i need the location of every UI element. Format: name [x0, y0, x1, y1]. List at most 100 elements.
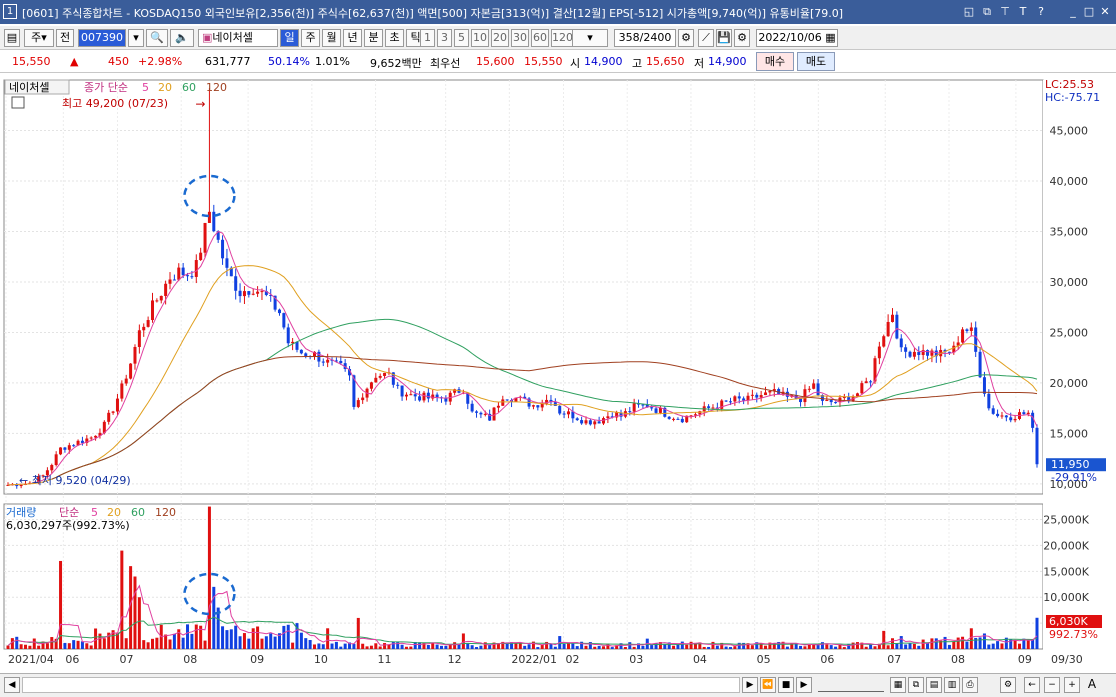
prev-button[interactable]: 전: [56, 29, 74, 47]
period-3[interactable]: 년: [343, 29, 362, 47]
period-1[interactable]: 주: [301, 29, 320, 47]
candle-body: [742, 398, 746, 401]
text-icon[interactable]: T: [1016, 4, 1030, 19]
candle-body: [658, 407, 662, 413]
price-tick-label: 45,000: [1050, 124, 1089, 137]
settings-icon[interactable]: ⚙: [1000, 677, 1016, 693]
count-field[interactable]: 358/2400: [614, 29, 676, 47]
candle-body: [855, 393, 859, 397]
volume-bar: [566, 642, 570, 649]
volume-bar: [426, 644, 430, 649]
candle-body: [418, 396, 422, 401]
rewind-icon[interactable]: ⏪: [760, 677, 776, 693]
volume-bar: [299, 632, 303, 649]
scroll-left-icon[interactable]: ◀: [4, 677, 20, 693]
volume-bar: [352, 643, 356, 649]
interval-60[interactable]: 60: [531, 29, 549, 47]
volume-bar: [164, 634, 168, 649]
chart-settings-icon[interactable]: ⚙: [678, 29, 694, 47]
time-tick-label: 07: [887, 653, 901, 666]
volume-bar: [369, 645, 373, 649]
candle-body: [807, 388, 811, 390]
interval-1[interactable]: 1: [420, 29, 435, 47]
candle-body: [207, 211, 211, 223]
save-icon[interactable]: 💾: [716, 29, 732, 47]
left-icon[interactable]: ←: [1024, 677, 1040, 693]
volume-bar: [63, 642, 67, 649]
period-0[interactable]: 일: [280, 29, 299, 47]
dropdown-icon[interactable]: ▾: [128, 29, 144, 47]
time-tick-label: 06: [820, 653, 834, 666]
bottom-scrollbar[interactable]: ◀ ▶ ⏪ ■ ▶ ▦ ⧉ ▤ ▥ ⎙ ⚙ ← − + A: [0, 673, 1116, 697]
interval-5[interactable]: 5: [454, 29, 469, 47]
search-icon[interactable]: 🔍: [146, 29, 168, 47]
period-5[interactable]: 초: [385, 29, 404, 47]
volume-bar: [947, 644, 951, 649]
plus-icon[interactable]: +: [1064, 677, 1080, 693]
maximize-icon[interactable]: □: [1082, 4, 1096, 19]
time-tick-label: 11: [378, 653, 392, 666]
table-icon[interactable]: ▥: [944, 677, 960, 693]
menu-icon[interactable]: ▤: [4, 29, 20, 47]
pin-icon[interactable]: ⊤: [998, 4, 1012, 19]
volume-bar: [829, 645, 833, 649]
candle-body: [606, 416, 610, 419]
stop-icon[interactable]: ■: [778, 677, 794, 693]
play-icon[interactable]: ▶: [796, 677, 812, 693]
gear-icon[interactable]: ⚙: [734, 29, 750, 47]
interval-30[interactable]: 30: [511, 29, 529, 47]
interval-10[interactable]: 10: [471, 29, 489, 47]
candle-body: [479, 412, 483, 415]
sound-icon[interactable]: 🔈: [170, 29, 194, 47]
price-tick-label: 25,000: [1050, 326, 1089, 339]
volume-bar: [641, 645, 645, 649]
interval-120[interactable]: 120: [551, 29, 573, 47]
price-panel-frame: [3, 79, 1044, 495]
period-4[interactable]: 분: [364, 29, 383, 47]
copy-icon[interactable]: ⧉: [980, 4, 994, 19]
interval-3[interactable]: 3: [437, 29, 452, 47]
volume-bar: [628, 642, 632, 649]
layout-icon[interactable]: ▤: [926, 677, 942, 693]
volume-bar: [225, 630, 229, 649]
volume-bar: [282, 625, 286, 649]
date-field[interactable]: 2022/10/06 ▦: [756, 29, 838, 47]
line-tool-icon[interactable]: ⟋: [698, 29, 714, 47]
candle-body: [321, 361, 325, 363]
restore-icon[interactable]: ◱: [962, 4, 976, 19]
grid-icon[interactable]: ▦: [890, 677, 906, 693]
volume-legend-label: 거래량: [6, 506, 36, 519]
stock-name-field[interactable]: ▣네이처셀: [198, 29, 278, 47]
scroll-track[interactable]: [22, 677, 740, 693]
close-icon[interactable]: ✕: [1098, 4, 1112, 19]
candle-body: [812, 383, 816, 389]
volume-bar: [431, 642, 435, 649]
candle-body: [67, 445, 71, 450]
time-tick-label: 12: [448, 653, 462, 666]
help-icon[interactable]: ?: [1034, 4, 1048, 19]
copy-icon[interactable]: ⧉: [908, 677, 924, 693]
minus-icon[interactable]: −: [1044, 677, 1060, 693]
print-icon[interactable]: ⎙: [962, 677, 978, 693]
interval-20[interactable]: 20: [491, 29, 509, 47]
candle-body: [1022, 412, 1026, 415]
volume-bar: [1017, 643, 1021, 649]
candle-body: [221, 239, 225, 259]
up-arrow-icon: ▲: [70, 55, 79, 68]
period-2[interactable]: 월: [322, 29, 341, 47]
market-select[interactable]: 주▾: [24, 29, 54, 47]
buy-button[interactable]: 매수: [756, 52, 794, 71]
text-size-icon[interactable]: A: [1084, 677, 1100, 693]
zoom-slider[interactable]: [818, 678, 884, 692]
price-tick-label: 35,000: [1050, 225, 1089, 238]
interval-dropdown[interactable]: ▾: [572, 29, 608, 47]
stock-chart[interactable]: 45,000 40,000 35,000 30,000 25,000 20,000 15,0…: [0, 74, 1116, 672]
scroll-right-icon[interactable]: ▶: [742, 677, 758, 693]
stock-code-input[interactable]: 007390: [78, 29, 126, 47]
sell-button[interactable]: 매도: [797, 52, 835, 71]
window-number[interactable]: 1: [3, 4, 17, 19]
volume-bar: [234, 625, 238, 649]
volume-bar: [650, 645, 654, 649]
minimize-icon[interactable]: _: [1066, 4, 1080, 19]
volume-bar: [952, 641, 956, 649]
